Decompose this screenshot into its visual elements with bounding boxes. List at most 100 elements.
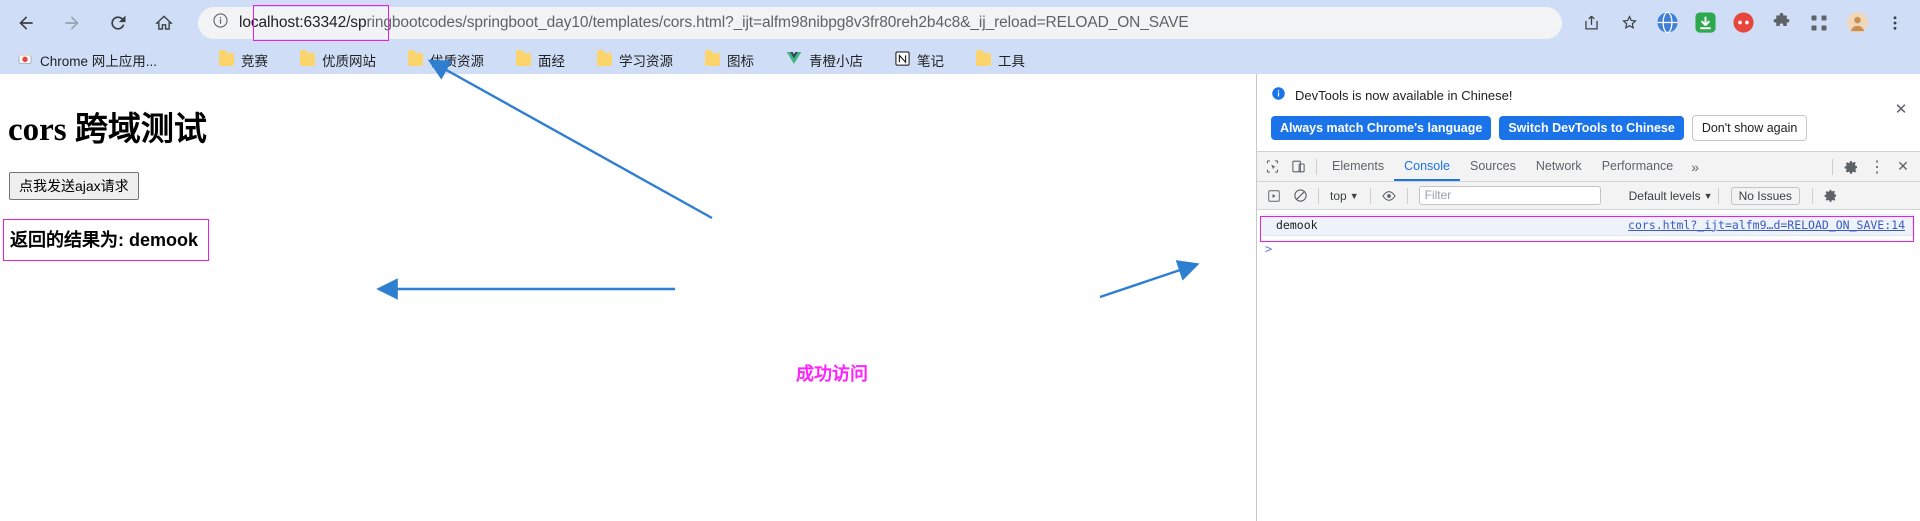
- bookmark-chrome-webstore[interactable]: Chrome 网上应用...: [8, 48, 166, 72]
- result-text: 返回的结果为: demook: [10, 230, 199, 250]
- bookmark-label: 优质网站: [322, 53, 377, 69]
- close-icon[interactable]: ✕: [1892, 100, 1910, 118]
- divider: [1832, 158, 1833, 175]
- console-message-row[interactable]: demook cors.html?_ijt=alfm9…d=RELOAD_ON_…: [1262, 214, 1915, 236]
- bookmark-label: 工具: [998, 53, 1026, 69]
- console-source-link[interactable]: cors.html?_ijt=alfm9…d=RELOAD_ON_SAVE:14: [1628, 218, 1915, 232]
- bookmark-jingsai[interactable]: 竞赛: [210, 48, 277, 72]
- forward-arrow-icon: [65, 15, 79, 30]
- tab-performance[interactable]: Performance: [1592, 152, 1684, 181]
- bookmark-gongju[interactable]: 工具: [967, 48, 1034, 72]
- extension-red-circle-icon[interactable]: [1728, 8, 1758, 38]
- bookmark-label: 青橙小店: [809, 53, 864, 69]
- extension-blue-globe-icon[interactable]: [1652, 8, 1682, 38]
- always-match-language-button[interactable]: Always match Chrome's language: [1271, 116, 1492, 140]
- divider: [1717, 187, 1719, 204]
- clear-console-icon[interactable]: [1287, 183, 1313, 209]
- info-circle-icon: [1271, 86, 1286, 104]
- page-viewport: cors 跨域测试 点我发送ajax请求 返回的结果为: demook 成功访问: [0, 74, 1256, 521]
- notion-icon: [895, 50, 910, 69]
- extension-puzzle-icon[interactable]: [1766, 8, 1796, 38]
- divider: [1316, 158, 1317, 175]
- back-button[interactable]: [6, 3, 46, 43]
- profile-avatar[interactable]: [1842, 8, 1872, 38]
- execute-snippet-icon[interactable]: [1261, 183, 1287, 209]
- url-host: localhost:63342/sp: [239, 13, 367, 31]
- bookmark-biji[interactable]: 笔记: [886, 48, 953, 72]
- inspect-element-icon[interactable]: [1259, 154, 1285, 180]
- bookmark-label: Chrome 网上应用...: [40, 53, 158, 69]
- tab-console[interactable]: Console: [1394, 152, 1460, 181]
- chevron-down-icon: ▼: [1349, 190, 1359, 201]
- result-highlight-box: 返回的结果为: demook: [3, 219, 210, 261]
- chrome-menu-button[interactable]: [1880, 8, 1910, 38]
- toolbar-icon-group: [1572, 0, 1920, 45]
- annotation-success-text: 成功访问: [796, 364, 868, 384]
- reload-icon: [111, 15, 126, 30]
- star-icon[interactable]: [1614, 8, 1644, 38]
- folder-icon: [408, 50, 424, 66]
- folder-icon: [516, 50, 532, 66]
- dont-show-again-button[interactable]: Don't show again: [1691, 115, 1808, 141]
- forward-button[interactable]: [52, 3, 92, 43]
- extension-green-download-icon[interactable]: [1690, 8, 1720, 38]
- folder-icon: [597, 50, 613, 66]
- console-filter-bar: top ▼ Filter Default levels ▼ No Issues: [1257, 182, 1920, 210]
- folder-icon: [705, 50, 721, 66]
- console-output-area: demook cors.html?_ijt=alfm9…d=RELOAD_ON_…: [1257, 214, 1920, 259]
- live-expression-icon[interactable]: [1376, 183, 1402, 209]
- back-arrow-icon: [19, 15, 33, 30]
- divider: [1369, 187, 1371, 204]
- vue-icon: [786, 51, 802, 68]
- console-filter-input[interactable]: Filter: [1418, 186, 1601, 205]
- devtools-language-banner: DevTools is now available in Chinese! Al…: [1257, 74, 1920, 152]
- tab-sources[interactable]: Sources: [1460, 152, 1526, 181]
- url-path: ringbootcodes/springboot_day10/templates…: [366, 13, 1189, 31]
- bookmark-mianjing[interactable]: 面经: [507, 48, 574, 72]
- console-context-selector[interactable]: top ▼: [1324, 189, 1365, 203]
- bookmark-tubiao[interactable]: 图标: [696, 48, 763, 72]
- page-title: cors 跨域测试: [8, 112, 207, 148]
- console-settings-gear-icon[interactable]: [1818, 183, 1844, 209]
- bookmarks-bar: Chrome 网上应用... 竞赛 优质网站 优质资源 面经 学习资源 图标 青…: [0, 45, 1920, 74]
- no-issues-button[interactable]: No Issues: [1730, 186, 1800, 205]
- console-message-text: demook: [1276, 217, 1318, 232]
- divider: [1406, 187, 1408, 204]
- devtools-panel: DevTools is now available in Chinese! Al…: [1256, 74, 1920, 521]
- more-vertical-icon[interactable]: ⋮: [1864, 154, 1890, 180]
- console-prompt[interactable]: >: [1257, 239, 1920, 259]
- gear-icon[interactable]: [1838, 154, 1864, 180]
- close-icon[interactable]: ✕: [1890, 154, 1916, 180]
- share-icon[interactable]: [1576, 8, 1606, 38]
- bookmark-label: 学习资源: [619, 53, 674, 69]
- bookmark-qingchengxiaodian[interactable]: 青橙小店: [777, 48, 872, 72]
- address-bar-url[interactable]: localhost:63342/sp ringbootcodes/springbo…: [239, 14, 1189, 32]
- bookmark-youzhiwangzhan[interactable]: 优质网站: [291, 48, 385, 72]
- bookmark-label: 图标: [727, 53, 755, 69]
- context-label: top: [1330, 188, 1347, 203]
- console-log-levels-select[interactable]: Default levels ▼: [1629, 189, 1713, 203]
- browser-window: localhost:63342/sp ringbootcodes/springbo…: [0, 0, 1920, 521]
- bookmark-youzhiziyuan[interactable]: 优质资源: [399, 48, 493, 72]
- folder-icon: [219, 50, 235, 66]
- prompt-caret: >: [1265, 242, 1273, 256]
- banner-message: DevTools is now available in Chinese!: [1295, 87, 1513, 103]
- chevron-down-icon: ▼: [1703, 190, 1713, 201]
- devtools-tabbar: Elements Console Sources Network Perform…: [1257, 152, 1920, 182]
- tab-network[interactable]: Network: [1526, 152, 1592, 181]
- tab-elements[interactable]: Elements: [1322, 152, 1394, 181]
- bookmark-xuexiziyuan[interactable]: 学习资源: [588, 48, 682, 72]
- extension-grid-icon[interactable]: [1804, 8, 1834, 38]
- site-info-icon[interactable]: [212, 12, 229, 34]
- home-button[interactable]: [144, 3, 184, 43]
- bookmark-label: 优质资源: [430, 53, 485, 69]
- device-toolbar-icon[interactable]: [1285, 154, 1311, 180]
- more-tabs-button[interactable]: »: [1683, 159, 1707, 175]
- switch-devtools-chinese-button[interactable]: Switch DevTools to Chinese: [1499, 116, 1684, 140]
- address-bar[interactable]: localhost:63342/sp ringbootcodes/springbo…: [198, 4, 1562, 41]
- reload-button[interactable]: [98, 3, 138, 43]
- browser-toolbar: localhost:63342/sp ringbootcodes/springbo…: [0, 0, 1920, 45]
- folder-icon: [976, 50, 992, 66]
- bookmark-label: 面经: [538, 53, 566, 69]
- send-ajax-button[interactable]: 点我发送ajax请求: [9, 172, 139, 200]
